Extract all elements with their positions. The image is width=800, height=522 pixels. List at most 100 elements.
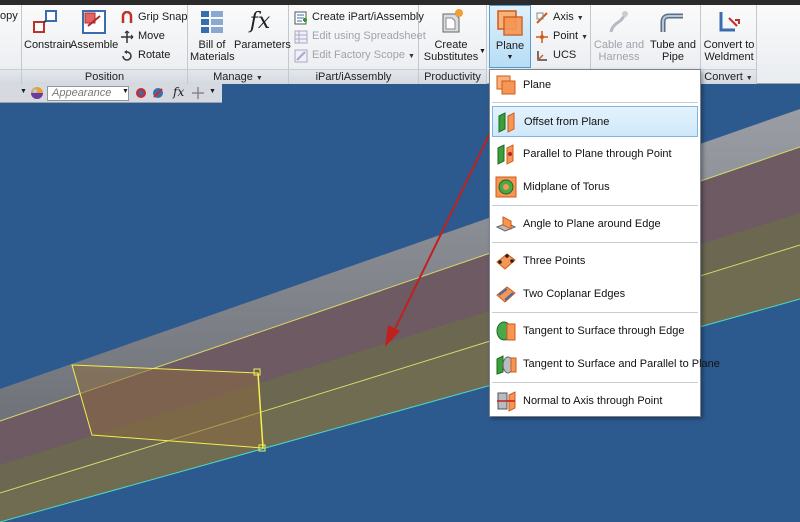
move-icon <box>121 30 134 43</box>
appearance-combo[interactable]: Appearance <box>47 86 129 101</box>
ipart-panel: Create iPart/iAssembly Edit using Spread… <box>289 5 426 84</box>
convert-weldment-button[interactable]: Convert to Weldment <box>702 8 756 63</box>
substitutes-dropdown-icon[interactable]: ▼ <box>479 48 486 55</box>
move-button[interactable]: Move <box>118 27 165 46</box>
plane-icon <box>497 10 523 36</box>
edit-factory-scope-label: Edit Factory Scope <box>312 49 405 61</box>
tube-pipe-button[interactable]: Tube and Pipe <box>647 8 699 63</box>
rotate-label: Rotate <box>138 49 171 61</box>
grip-snap-button[interactable]: Grip Snap <box>118 8 188 27</box>
factory-scope-icon <box>294 49 308 63</box>
toolbar-overflow-icon[interactable]: ▼ <box>209 88 216 95</box>
spreadsheet-icon <box>294 30 308 44</box>
quick-toolbar: ▼ Appearance ▼ fx ▼ <box>0 84 222 103</box>
plane-dropdown-menu: Plane Offset from Plane Parallel to Plan… <box>489 69 720 417</box>
normal-axis-icon <box>497 391 516 412</box>
parallel-plane-icon <box>497 144 514 165</box>
rotate-button[interactable]: Rotate <box>118 46 170 65</box>
menu-separator <box>492 382 698 383</box>
cable-harness-label-2: Harness <box>598 51 640 63</box>
offset-plane-preview <box>71 364 264 449</box>
plus-icon[interactable] <box>191 86 205 100</box>
tube-pipe-icon <box>660 13 683 32</box>
productivity-panel-label: Productivity <box>419 69 486 84</box>
angle-plane-icon <box>495 216 517 232</box>
menu-item-angle-plane-edge[interactable]: Angle to Plane around Edge <box>492 209 698 240</box>
create-ipart-button[interactable]: Create iPart/iAssembly <box>292 8 424 27</box>
appearance-dropdown-icon[interactable]: ▼ <box>122 88 129 95</box>
ucs-icon <box>537 51 547 61</box>
menu-item-label: Two Coplanar Edges <box>523 288 626 300</box>
menu-item-plane[interactable]: Plane <box>492 70 698 101</box>
menu-item-tangent-surface-edge[interactable]: Tangent to Surface through Edge <box>492 316 698 347</box>
plane-label: Plane <box>495 40 525 52</box>
ucs-label: UCS <box>553 49 577 61</box>
create-ipart-icon <box>294 11 307 25</box>
parameters-label: Parameters <box>234 39 291 51</box>
menu-item-offset-from-plane[interactable]: Offset from Plane <box>492 106 698 137</box>
menu-item-midplane-torus[interactable]: Midplane of Torus <box>492 172 698 203</box>
move-label: Move <box>138 30 165 42</box>
weldment-icon <box>719 12 740 32</box>
ucs-button[interactable]: UCS <box>533 46 576 65</box>
edit-spreadsheet-button[interactable]: Edit using Spreadsheet <box>292 27 426 46</box>
constrain-icon <box>33 10 57 33</box>
ipart-panel-label: iPart/iAssembly <box>289 69 418 84</box>
convert-panel: Convert to Weldment Convert ▼ <box>701 5 757 84</box>
menu-item-label: Tangent to Surface through Edge <box>523 325 685 337</box>
point-label: Point <box>553 30 579 42</box>
toolbar-dropdown-icon[interactable]: ▼ <box>20 88 27 95</box>
plane-icon <box>496 75 516 95</box>
menu-separator <box>492 205 698 206</box>
assemble-button[interactable]: Assemble <box>70 8 118 51</box>
position-panel-label[interactable]: Position <box>22 69 187 84</box>
edit-spreadsheet-label: Edit using Spreadsheet <box>312 30 426 42</box>
create-substitutes-button[interactable]: Create Substitutes <box>421 8 481 63</box>
productivity-panel: Create Substitutes ▼ Productivity <box>419 5 487 84</box>
menu-item-label: Angle to Plane around Edge <box>523 218 661 230</box>
appearance-value: Appearance <box>52 87 112 99</box>
edit-factory-scope-button[interactable]: Edit Factory Scope ▼ <box>292 46 415 65</box>
menu-item-label: Normal to Axis through Point <box>523 395 663 407</box>
cable-harness-button[interactable]: Cable and Harness <box>593 8 645 63</box>
menu-item-three-points[interactable]: Three Points <box>492 246 698 277</box>
menu-item-label: Offset from Plane <box>524 116 610 128</box>
menu-separator <box>492 242 698 243</box>
axis-button[interactable]: Axis ▼ <box>533 8 584 27</box>
substitutes-icon <box>442 9 463 33</box>
menu-separator <box>492 102 698 103</box>
clear-appearance-icon[interactable] <box>151 86 165 100</box>
torus-icon <box>495 176 517 198</box>
left-panel-cut <box>0 5 22 84</box>
bom-label-1: Bill of <box>198 39 226 51</box>
menu-item-label: Three Points <box>523 255 586 267</box>
convert-weldment-label-2: Weldment <box>704 51 754 63</box>
tangent-parallel-icon <box>496 355 517 375</box>
point-icon <box>536 31 548 43</box>
menu-item-label: Plane <box>523 79 552 91</box>
menu-item-normal-axis-point[interactable]: Normal to Axis through Point <box>492 386 698 417</box>
bom-label-2: Materials <box>190 51 235 63</box>
parameters-button[interactable]: fx Parameters <box>234 8 291 51</box>
position-panel: Constrain Assemble Grip Snap Move Rotate… <box>22 5 188 84</box>
grip-snap-icon <box>121 11 133 23</box>
fx-toolbar-icon[interactable]: fx <box>173 85 184 99</box>
tube-pipe-label-1: Tube and <box>649 39 697 51</box>
menu-item-tangent-surface-parallel-plane[interactable]: Tangent to Surface and Parallel to Plane <box>492 349 720 380</box>
plane-button[interactable]: Plane ▼ <box>489 5 531 68</box>
bom-button[interactable]: Bill of Materials <box>190 8 235 63</box>
adjust-appearance-icon[interactable] <box>134 86 148 100</box>
menu-item-two-coplanar-edges[interactable]: Two Coplanar Edges <box>492 279 698 310</box>
manage-panel-label[interactable]: Manage ▼ <box>188 69 288 84</box>
fx-icon: fx <box>249 9 271 34</box>
cable-harness-label-1: Cable and <box>593 39 645 51</box>
appearance-ball-icon[interactable] <box>30 86 44 100</box>
cable-harness-icon <box>609 11 628 33</box>
manage-panel: Bill of Materials fx Parameters Manage ▼ <box>188 5 291 84</box>
constrain-button[interactable]: Constrain <box>24 8 71 51</box>
point-button[interactable]: Point ▼ <box>533 27 588 46</box>
tube-pipe-label-2: Pipe <box>661 51 685 63</box>
convert-panel-label[interactable]: Convert ▼ <box>701 69 756 84</box>
menu-item-parallel-plane-point[interactable]: Parallel to Plane through Point <box>492 139 698 170</box>
menu-item-label: Parallel to Plane through Point <box>523 148 672 160</box>
